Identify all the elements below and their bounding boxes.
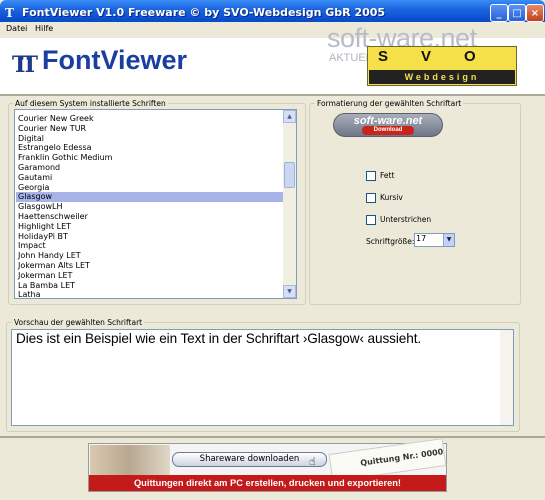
menu-hilfe[interactable]: Hilfe [35, 24, 53, 33]
font-size-value: 17 [416, 234, 427, 243]
font-list-item[interactable]: Digital [16, 134, 284, 144]
ad-slogan: Quittungen direkt am PC erstellen, druck… [133, 478, 402, 488]
italic-label: Kursiv [380, 193, 403, 202]
scroll-up-icon[interactable]: ▲ [283, 110, 296, 123]
footer-divider [0, 436, 545, 438]
shareware-download-button[interactable]: Shareware downloaden [172, 452, 327, 467]
chevron-down-icon[interactable]: ▼ [443, 234, 454, 246]
ad-photo [90, 445, 170, 475]
font-list-item[interactable]: Jokerman LET [16, 271, 284, 281]
close-button[interactable]: × [526, 4, 544, 22]
font-list-item[interactable]: John Handy LET [16, 251, 284, 261]
underline-checkbox[interactable] [366, 215, 376, 225]
font-list-item[interactable]: La Bamba LET [16, 281, 284, 291]
menu-datei[interactable]: Datei [6, 24, 27, 33]
font-listbox[interactable]: Courier New Greek Courier New TUR Digital E… [14, 109, 297, 299]
badge-download-label: Download [362, 126, 414, 135]
font-list-item[interactable]: Impact [16, 241, 284, 251]
font-list-scrollbar[interactable] [283, 110, 296, 298]
format-legend: Formatierung der gewählten Schriftart [315, 99, 464, 108]
italic-checkbox[interactable] [366, 193, 376, 203]
font-list-item[interactable]: Courier New TUR [16, 124, 284, 134]
font-list-item[interactable]: Jokerman Alts LET [16, 261, 284, 271]
cursor-hand-icon: ☝ [309, 455, 316, 468]
window-title: FontViewer V1.0 Freeware © by SVO-Webdes… [22, 6, 386, 19]
scroll-down-icon[interactable]: ▼ [283, 285, 296, 298]
maximize-button[interactable]: □ [508, 4, 526, 22]
font-list-item[interactable]: Courier New Greek [16, 114, 284, 124]
app-icon: T [5, 6, 14, 20]
font-list-item[interactable]: Garamond [16, 163, 284, 173]
font-list-item[interactable]: HolidayPi BT [16, 232, 284, 242]
bold-checkbox[interactable] [366, 171, 376, 181]
app-heading: FontViewer [42, 45, 188, 75]
font-list-item[interactable]: Haettenschweiler [16, 212, 284, 222]
svo-logo-letters: SVO [378, 48, 509, 65]
font-size-label: Schriftgröße: [366, 237, 415, 246]
bold-label: Fett [380, 171, 395, 180]
font-list-item[interactable]: Gautami [16, 173, 284, 183]
font-list-item[interactable]: Highlight LET [16, 222, 284, 232]
svo-logo-caption: Webdesign [404, 72, 480, 82]
font-list-item[interactable]: Georgia [16, 183, 284, 193]
font-list-item[interactable]: Franklin Gothic Medium [16, 153, 284, 163]
font-list-item[interactable]: Estrangelo Edessa [16, 143, 284, 153]
scrollbar-thumb[interactable] [284, 162, 295, 188]
preview-legend: Vorschau der gewählten Schriftart [12, 318, 145, 327]
minimize-button[interactable]: _ [490, 4, 508, 22]
font-list-item[interactable]: Latha [16, 290, 284, 298]
underline-label: Unterstrichen [380, 215, 432, 224]
header-divider [0, 94, 545, 96]
app-logo-icon: TT [12, 52, 38, 78]
preview-scrollbar[interactable] [500, 330, 513, 425]
font-list-legend: Auf diesem System installierte Schriften [13, 99, 168, 108]
font-list-item[interactable]: Glasgow [16, 192, 284, 203]
font-list-item[interactable]: GlasgowLH [16, 202, 284, 212]
preview-text: Dies ist ein Beispiel wie ein Text in de… [16, 331, 422, 346]
